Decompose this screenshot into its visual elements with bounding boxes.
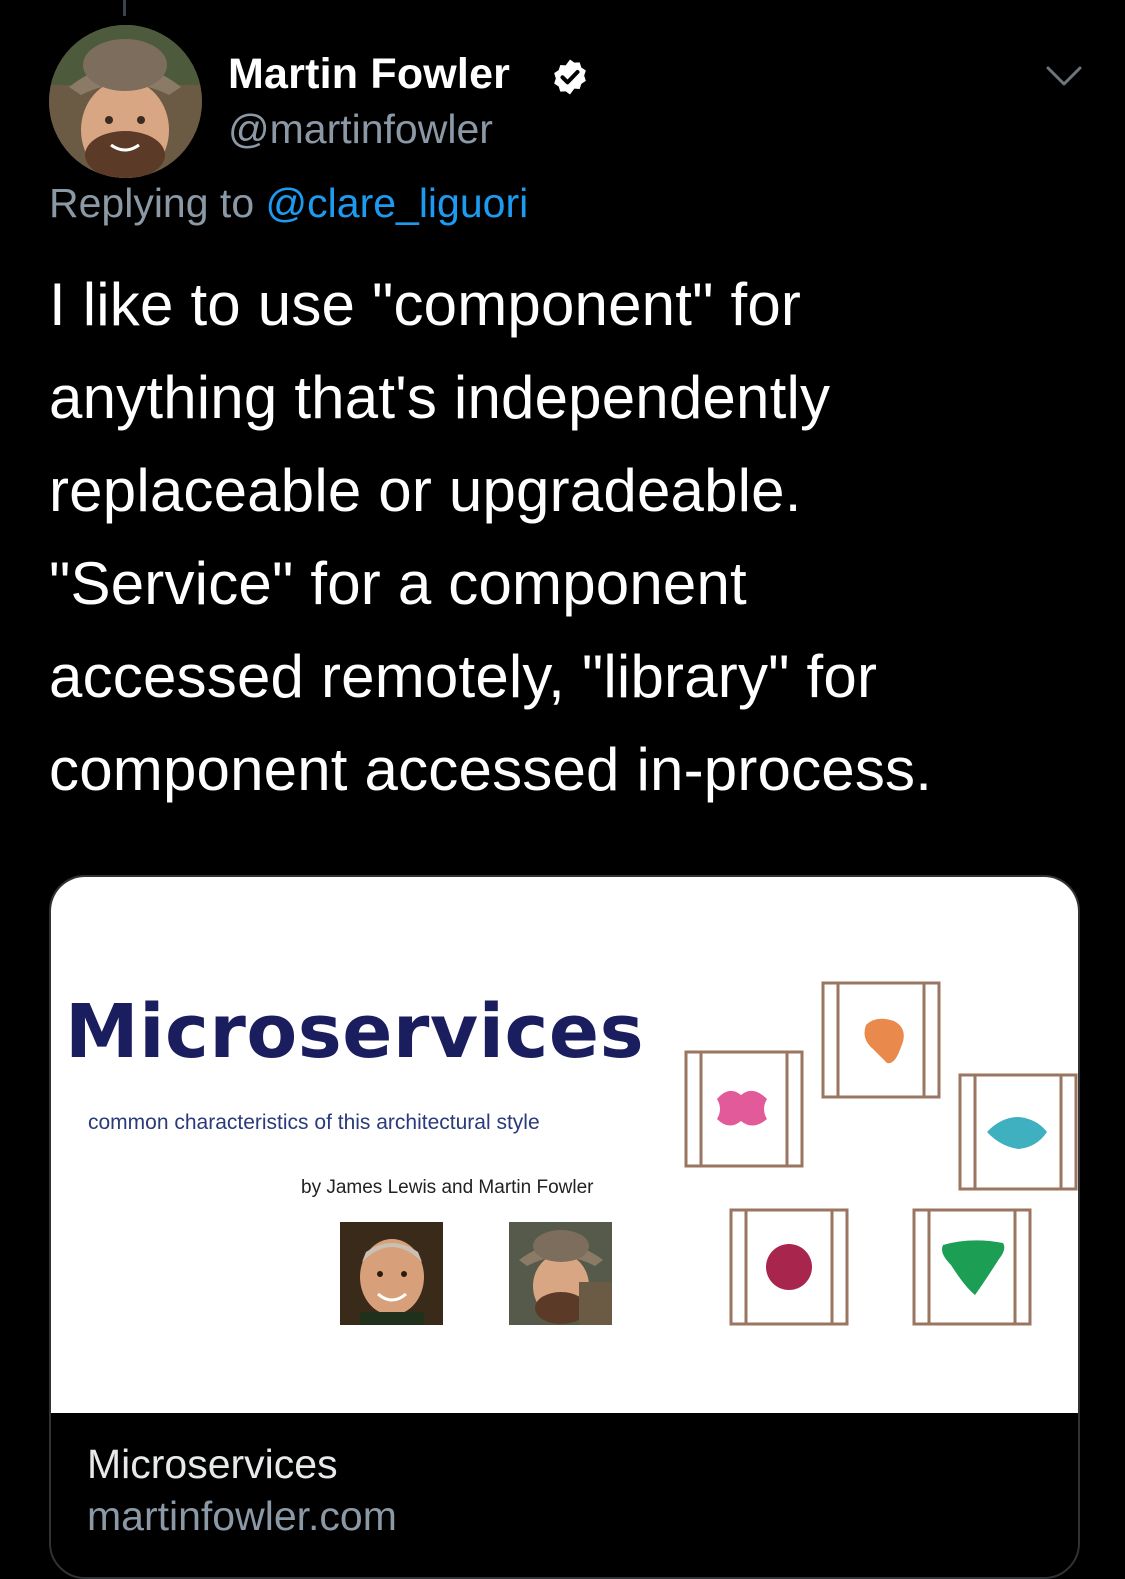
reply-mention-link[interactable]: @clare_liguori	[266, 180, 529, 226]
author-photo-fowler	[509, 1222, 612, 1325]
avatar[interactable]	[49, 25, 202, 178]
chevron-down-icon[interactable]	[1044, 62, 1084, 90]
card-footer[interactable]: Microservices martinfowler.com	[51, 1413, 1078, 1577]
author-handle[interactable]: @martinfowler	[228, 106, 493, 153]
component-boxes-diagram	[684, 981, 1078, 1326]
tweet-text: I like to use "component" for anything t…	[49, 271, 933, 803]
card-image-subtitle: common characteristics of this architect…	[88, 1111, 540, 1134]
replying-to-label: Replying to	[49, 180, 255, 226]
display-name[interactable]: Martin Fowler	[228, 50, 510, 99]
verified-badge-icon	[554, 59, 586, 95]
link-preview-card[interactable]: Microservices common characteristics of …	[49, 875, 1080, 1579]
card-title: Microservices	[87, 1441, 338, 1487]
card-image-byline: by James Lewis and Martin Fowler	[301, 1177, 594, 1198]
card-image: Microservices common characteristics of …	[51, 877, 1078, 1413]
card-domain: martinfowler.com	[87, 1493, 397, 1539]
card-image-title: Microservices	[65, 989, 645, 1075]
thread-line	[123, 0, 126, 16]
replying-to: Replying to @clare_liguori	[49, 180, 528, 227]
author-photo-lewis	[340, 1222, 443, 1325]
